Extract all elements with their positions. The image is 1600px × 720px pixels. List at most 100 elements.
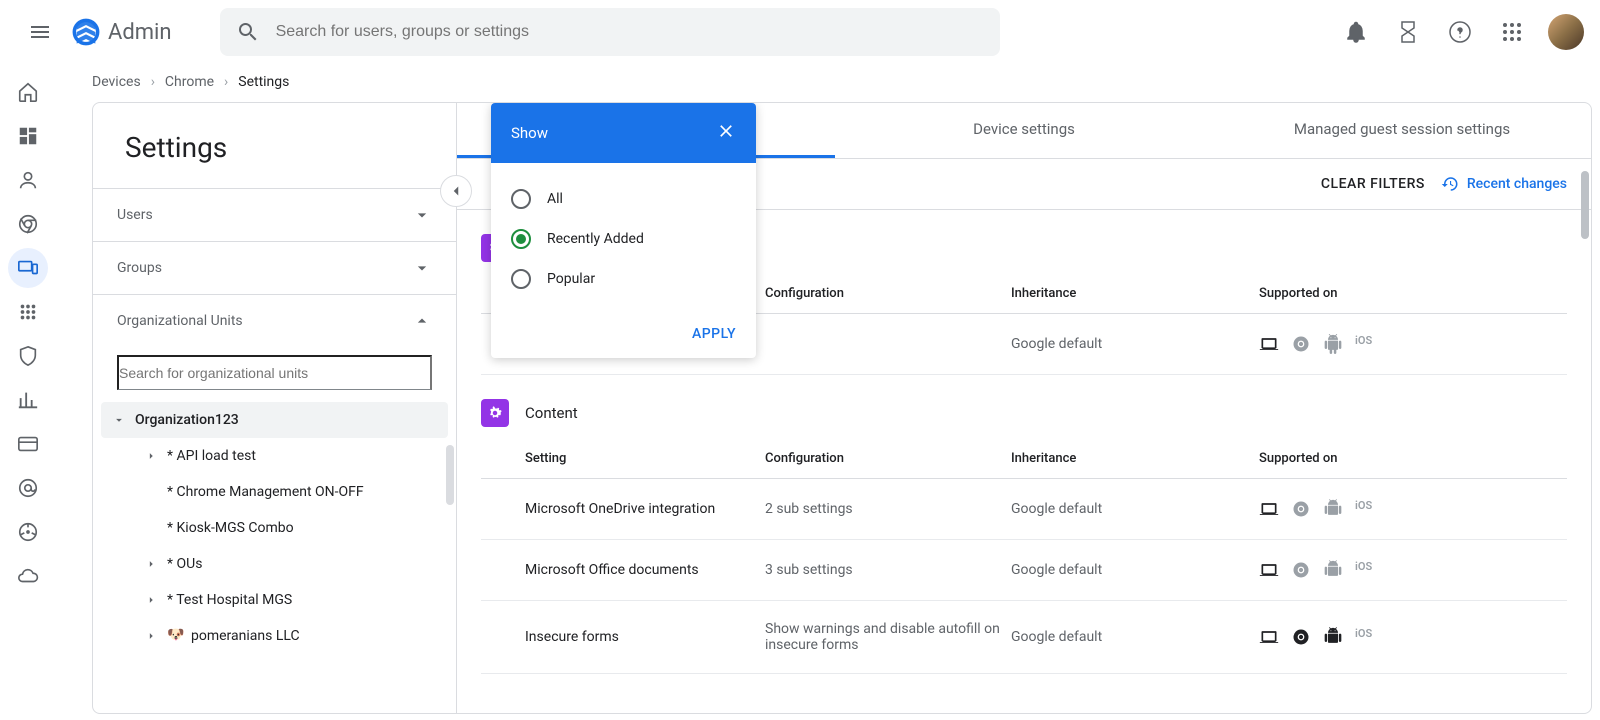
nav-billing[interactable] (8, 424, 48, 464)
nav-rules[interactable] (8, 512, 48, 552)
col-header-inherit: Inheritance (1011, 451, 1259, 466)
section-label: Users (117, 207, 153, 223)
col-header-setting: Setting (525, 451, 765, 466)
table-header: Setting Configuration Inheritance Suppor… (481, 439, 1567, 479)
chrome-platform-icon (1291, 334, 1311, 354)
tree-item[interactable]: * Kiosk-MGS Combo (101, 510, 448, 546)
triangle-down-icon (112, 413, 126, 427)
hourglass-button[interactable] (1384, 8, 1432, 56)
laptop-icon (1259, 627, 1279, 647)
laptop-icon (1259, 499, 1279, 519)
section-users[interactable]: Users (93, 188, 456, 241)
tab-device[interactable]: Device settings (835, 103, 1213, 158)
table-row[interactable]: Microsoft Office documents3 sub settings… (481, 540, 1567, 601)
chevron-down-icon (412, 258, 432, 278)
nav-apps[interactable] (8, 292, 48, 332)
collapse-sidebar-button[interactable] (440, 175, 472, 207)
cell-config: Show warnings and disable autofill on in… (765, 621, 1011, 653)
chevron-left-icon (447, 182, 465, 200)
cloud-icon (17, 565, 39, 587)
shield-icon (17, 345, 39, 367)
tree-item[interactable]: * OUs (101, 546, 448, 582)
filter-bar: CLEAR FILTERS Recent changes Show (457, 159, 1591, 210)
recent-changes-link[interactable]: Recent changes (1441, 175, 1567, 193)
hamburger-icon (28, 20, 52, 44)
chrome-platform-icon (1291, 627, 1311, 647)
ios-icon: iOS (1355, 499, 1375, 519)
card-icon (17, 433, 39, 455)
tree-label: * OUs (167, 556, 202, 572)
section-ou[interactable]: Organizational Units (93, 294, 456, 347)
category-header-content: Content (481, 399, 1567, 427)
clear-filters-button[interactable]: CLEAR FILTERS (1321, 176, 1425, 192)
laptop-icon (1259, 560, 1279, 580)
settings-sidebar: Settings Users Groups Organizational Uni… (93, 103, 457, 713)
settings-pane: User & browser settings Device settings … (457, 103, 1591, 713)
notifications-button[interactable] (1332, 8, 1380, 56)
tree-item[interactable]: * API load test (101, 438, 448, 474)
logo-area[interactable]: Admin (72, 18, 172, 46)
avatar[interactable] (1548, 14, 1584, 50)
tab-guest-session[interactable]: Managed guest session settings (1213, 103, 1591, 158)
nav-home[interactable] (8, 72, 48, 112)
nav-account[interactable] (8, 468, 48, 508)
breadcrumb-item[interactable]: Devices (92, 74, 141, 90)
radio-option-popular[interactable]: Popular (511, 259, 736, 299)
nav-reporting[interactable] (8, 380, 48, 420)
ou-search-input[interactable] (117, 355, 432, 390)
nav-chrome[interactable] (8, 204, 48, 244)
apps-button[interactable] (1488, 8, 1536, 56)
triangle-right-icon (144, 449, 158, 463)
tree-item[interactable]: * Chrome Management ON-OFF (101, 474, 448, 510)
ios-icon: iOS (1355, 627, 1375, 647)
admin-logo-icon (72, 18, 100, 46)
nav-security[interactable] (8, 336, 48, 376)
table-row[interactable]: Microsoft OneDrive integration2 sub sett… (481, 479, 1567, 540)
chevron-down-icon (412, 205, 432, 225)
search-input[interactable] (276, 23, 984, 41)
radio-label: Recently Added (547, 231, 644, 247)
radio-option-recently-added[interactable]: Recently Added (511, 219, 736, 259)
triangle-right-icon (144, 593, 158, 607)
ios-icon: iOS (1355, 560, 1375, 580)
popup-title: Show (511, 124, 548, 142)
tree-item[interactable]: 🐶 pomeranians LLC (101, 618, 448, 654)
help-button[interactable] (1436, 8, 1484, 56)
search-bar[interactable] (220, 8, 1000, 56)
section-label: Groups (117, 260, 162, 276)
triangle-right-icon (144, 557, 158, 571)
col-header-inherit: Inheritance (1011, 286, 1259, 301)
android-icon (1323, 334, 1343, 354)
cell-support: iOS (1259, 560, 1567, 580)
dog-emoji-icon: 🐶 (167, 627, 185, 645)
logo-text: Admin (108, 20, 172, 45)
scrollbar[interactable] (1581, 171, 1589, 239)
nav-directory[interactable] (8, 160, 48, 200)
popup-close-button[interactable] (716, 121, 736, 145)
tree-label: Organization123 (135, 412, 239, 428)
col-header-support: Supported on (1259, 451, 1567, 466)
gear-icon (481, 399, 509, 427)
tree-root[interactable]: Organization123 (101, 402, 448, 438)
breadcrumb-item[interactable]: Chrome (165, 74, 214, 90)
section-groups[interactable]: Groups (93, 241, 456, 294)
app-header: Admin (0, 0, 1600, 64)
breadcrumb-current: Settings (238, 74, 289, 90)
sidebar-scrollbar[interactable] (446, 445, 454, 505)
android-icon (1323, 499, 1343, 519)
tree-label: * API load test (167, 448, 256, 464)
nav-storage[interactable] (8, 556, 48, 596)
table-row[interactable]: Insecure formsShow warnings and disable … (481, 601, 1567, 674)
tree-item[interactable]: * Test Hospital MGS (101, 582, 448, 618)
header-actions (1332, 8, 1584, 56)
menu-button[interactable] (16, 8, 64, 56)
history-icon (1441, 175, 1459, 193)
radio-option-all[interactable]: All (511, 179, 736, 219)
apply-button[interactable]: APPLY (692, 326, 736, 342)
nav-dashboard[interactable] (8, 116, 48, 156)
radio-icon (511, 229, 531, 249)
cell-setting: Insecure forms (525, 629, 765, 645)
nav-devices[interactable] (8, 248, 48, 288)
radio-label: Popular (547, 271, 595, 287)
tree-label: * Chrome Management ON-OFF (167, 484, 364, 500)
